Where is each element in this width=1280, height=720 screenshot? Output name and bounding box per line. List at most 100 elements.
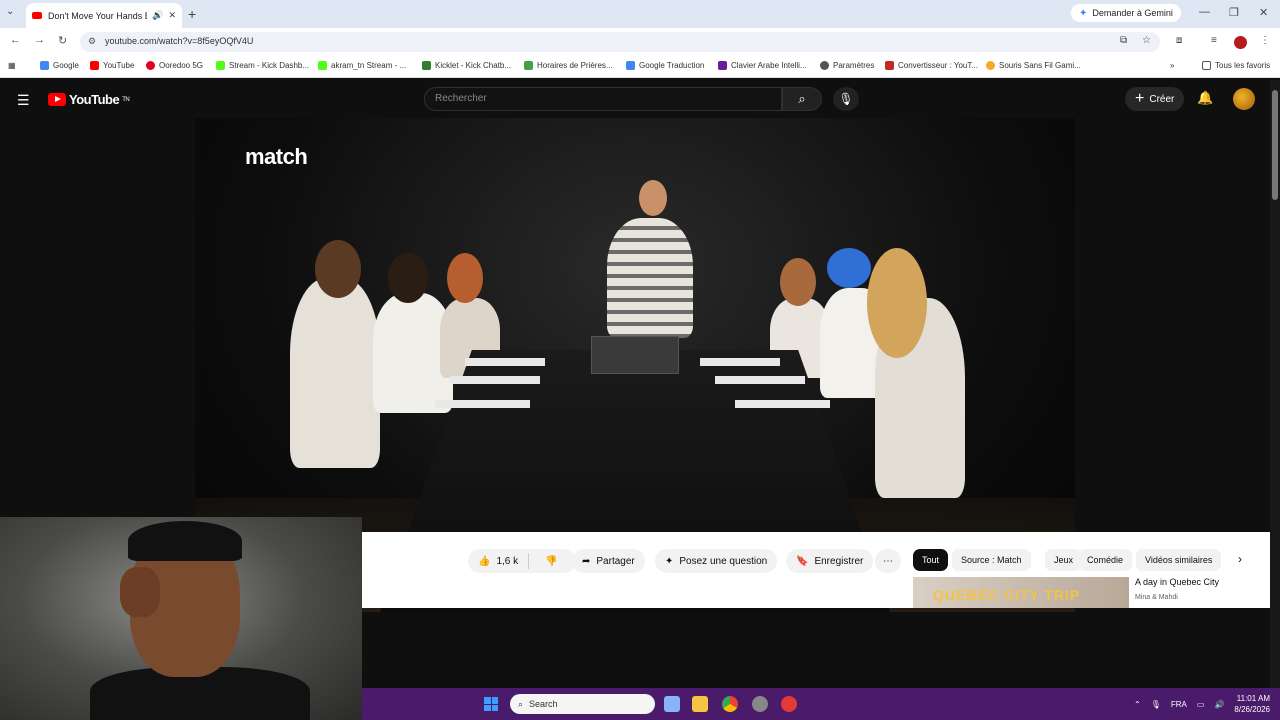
close-tab-icon[interactable]: ✕ [168, 10, 176, 21]
url-text: youtube.com/watch?v=8f5eyOQfV4U [105, 36, 254, 46]
back-icon[interactable]: ← [10, 34, 21, 46]
paper-sheet [465, 358, 545, 366]
bookmark-icon: 🔖 [796, 555, 809, 567]
thumbs-up-icon: 👍 [478, 555, 491, 567]
search-button[interactable]: ⌕ [782, 87, 822, 111]
app-icon[interactable] [752, 696, 768, 712]
browser-tab-active[interactable]: Don't Move Your Hands Ep 🔊 ✕ [26, 3, 182, 28]
volume-icon[interactable]: 🔊 [1214, 700, 1224, 709]
search-box[interactable] [424, 87, 782, 111]
windows-start-icon[interactable] [484, 697, 498, 711]
like-button[interactable]: 👍 1,6 k [468, 553, 530, 569]
extensions-icon[interactable]: ⧈ [1176, 35, 1182, 46]
bookmark-prayer-times[interactable]: Horaires de Prières... [524, 61, 613, 70]
chrome-menu-icon[interactable]: ⋮ [1260, 35, 1270, 46]
kick-icon [318, 61, 327, 70]
chip-games[interactable]: Jeux [1045, 549, 1083, 571]
gemini-button[interactable]: ✦ Demander à Gemini [1071, 4, 1181, 22]
bookmarks-overflow-icon[interactable]: » [1170, 61, 1174, 70]
bookmark-kick-dashboard[interactable]: Stream - Kick Dashb... [216, 61, 309, 70]
bookmark-converter[interactable]: Convertisseur : YouT... [885, 61, 978, 70]
more-actions-button[interactable]: ⋯ [875, 549, 901, 573]
chevron-right-icon[interactable]: › [1238, 552, 1242, 566]
translate-icon [626, 61, 635, 70]
close-window-icon[interactable]: ✕ [1259, 6, 1268, 19]
taskbar-clock[interactable]: 11:01 AM 8/26/2026 [1234, 693, 1270, 715]
channel-avatar[interactable] [1233, 88, 1255, 110]
gemini-label: Demander à Gemini [1092, 8, 1173, 18]
bookmark-mouse[interactable]: Souris Sans Fil Gami... [986, 61, 1081, 70]
apps-grid-icon[interactable]: ▦ [8, 61, 16, 70]
save-button[interactable]: 🔖 Enregistrer [786, 549, 874, 573]
recommendation-title[interactable]: A day in Quebec City [1135, 577, 1219, 587]
recommendation-thumbnail[interactable]: QUEBEC CITY TRIP [913, 577, 1129, 608]
restore-icon[interactable]: ❐ [1229, 6, 1239, 19]
search-icon: ⌕ [518, 698, 524, 709]
host-head [639, 180, 667, 216]
hamburger-menu-icon[interactable]: ☰ [17, 92, 30, 109]
chip-comedy[interactable]: Comédie [1078, 549, 1133, 571]
participant-head [827, 248, 871, 288]
forward-icon[interactable]: → [34, 34, 45, 46]
address-bar[interactable]: ⚙ youtube.com/watch?v=8f5eyOQfV4U [80, 32, 1160, 52]
search-input[interactable] [425, 88, 781, 109]
recording-app-icon[interactable] [781, 696, 797, 712]
new-tab-button[interactable]: + [188, 6, 196, 22]
tray-overflow-icon[interactable]: ⌃ [1134, 700, 1141, 709]
bookmark-google-translate[interactable]: Google Traduction [626, 61, 704, 70]
all-bookmarks[interactable]: Tous les favoris [1202, 61, 1270, 70]
streamer-headset [128, 521, 242, 561]
share-icon: ➦ [582, 555, 591, 567]
notifications-bell-icon[interactable]: 🔔 [1197, 90, 1213, 106]
bookmark-youtube[interactable]: YouTube [90, 61, 134, 70]
bookmark-star-icon[interactable]: ☆ [1142, 35, 1151, 46]
network-icon[interactable]: ▭ [1197, 700, 1205, 709]
audio-playing-icon[interactable]: 🔊 [152, 10, 163, 21]
thumbs-down-icon: 👎 [545, 555, 558, 567]
tab-search-icon[interactable]: ⌄ [6, 6, 14, 17]
profile-avatar[interactable] [1234, 36, 1247, 49]
bookmark-arabic-keyboard[interactable]: Clavier Arabe Intelli... [718, 61, 807, 70]
task-view-icon[interactable] [664, 696, 680, 712]
install-app-icon[interactable]: ⧉ [1120, 35, 1127, 46]
microphone-icon[interactable]: 🎙 [1151, 700, 1161, 709]
mouse-icon [986, 61, 995, 70]
more-icon: ⋯ [883, 555, 893, 567]
youtube-icon [90, 61, 99, 70]
search-icon: ⌕ [798, 91, 806, 106]
reload-icon[interactable]: ↻ [58, 34, 67, 47]
recommendation-channel[interactable]: Mina & Mahdi [1135, 594, 1178, 601]
chip-source-match[interactable]: Source : Match [952, 549, 1031, 571]
chip-related-videos[interactable]: Vidéos similaires [1136, 549, 1222, 571]
input-language[interactable]: FRA [1171, 700, 1187, 709]
bookmark-ooredoo[interactable]: Ooredoo 5G [146, 61, 203, 70]
share-button[interactable]: ➦ Partager [572, 549, 645, 573]
youtube-logo[interactable]: YouTube TN [48, 92, 130, 107]
minimize-icon[interactable]: — [1199, 6, 1210, 18]
system-tray: ⌃ 🎙 FRA ▭ 🔊 11:01 AM 8/26/2026 [1134, 693, 1270, 715]
chrome-icon[interactable] [722, 696, 738, 712]
dislike-button[interactable]: 👎 [535, 556, 567, 567]
page-scrollbar[interactable] [1270, 80, 1280, 688]
prayer-times-icon [524, 61, 533, 70]
file-explorer-icon[interactable] [692, 696, 708, 712]
google-icon [40, 61, 49, 70]
streamer-hand [120, 567, 160, 617]
voice-search-button[interactable]: 🎙 [833, 87, 859, 111]
keyboard-icon [718, 61, 727, 70]
like-dislike-group: 👍 1,6 k 👎 [468, 549, 576, 573]
bookmark-google[interactable]: Google [40, 61, 79, 70]
bookmark-settings[interactable]: Paramètres [820, 61, 874, 70]
tab-title: Don't Move Your Hands Ep [48, 10, 148, 21]
reading-list-icon[interactable]: ≡ [1211, 35, 1217, 46]
converter-icon [885, 61, 894, 70]
bookmark-akram-stream[interactable]: akram_tn Stream - ... [318, 61, 406, 70]
taskbar-search[interactable]: ⌕ Search [510, 694, 655, 714]
create-button[interactable]: + Créer [1125, 87, 1185, 111]
chip-all[interactable]: Tout [913, 549, 949, 571]
bookmark-kicklet[interactable]: Kicklet - Kick Chatb... [422, 61, 511, 70]
scrollbar-thumb[interactable] [1272, 90, 1278, 200]
site-info-icon[interactable]: ⚙ [88, 36, 96, 47]
ask-question-button[interactable]: ✦ Posez une question [655, 549, 778, 573]
participant-head [780, 258, 816, 306]
